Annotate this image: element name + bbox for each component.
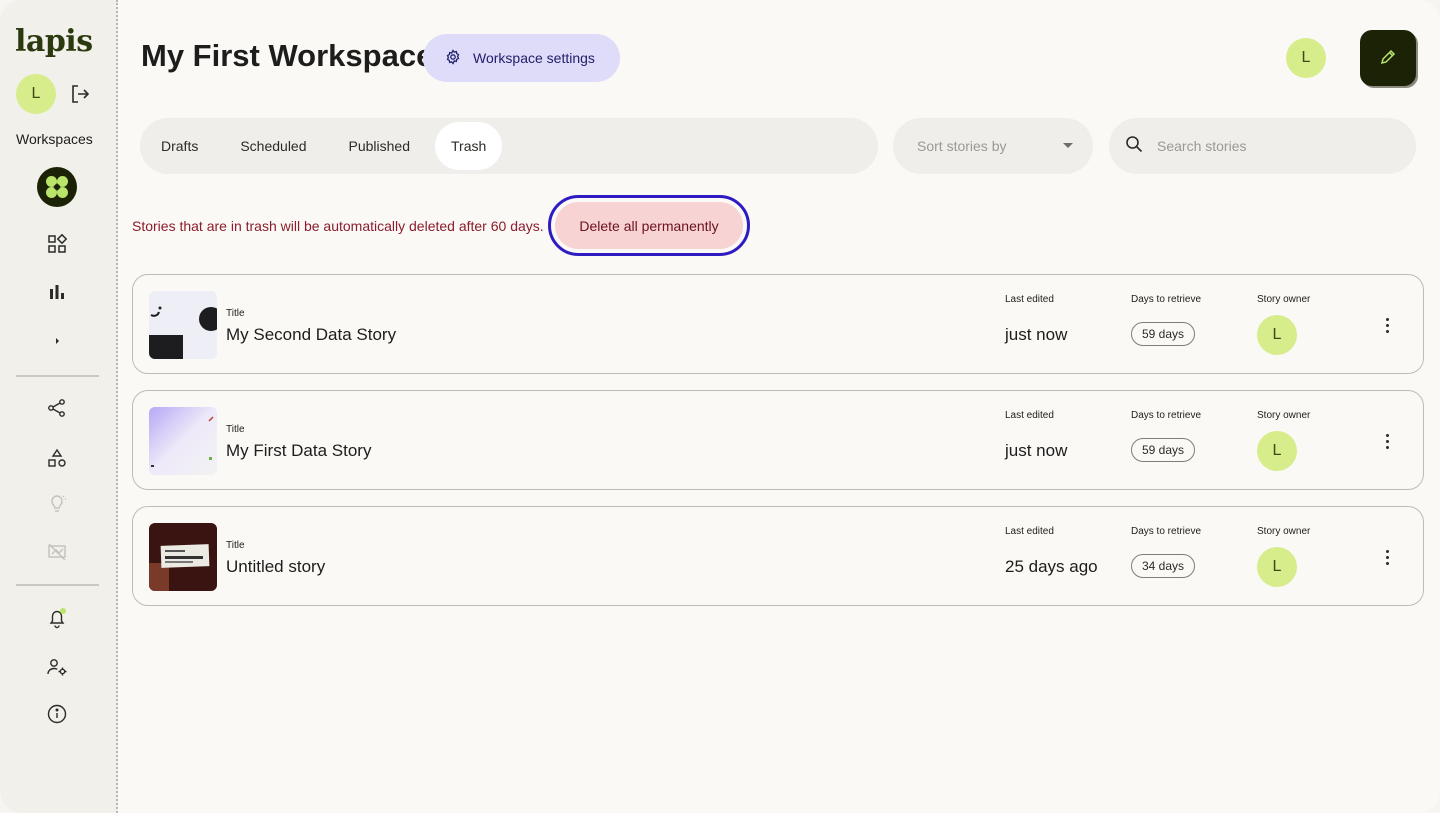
story-owner-label: Story owner xyxy=(1257,294,1311,305)
story-status-tabs: Drafts Scheduled Published Trash xyxy=(140,118,878,174)
tab-scheduled[interactable]: Scheduled xyxy=(219,122,327,170)
workspace-settings-label: Workspace settings xyxy=(473,50,595,66)
story-thumbnail xyxy=(149,523,217,591)
workspace-logo-icon[interactable] xyxy=(37,167,77,207)
owner-avatar: L xyxy=(1257,431,1297,471)
story-row[interactable]: Title Untitled story Last edited 25 days… xyxy=(132,506,1424,606)
shapes-icon[interactable] xyxy=(45,446,69,470)
caret-down-icon xyxy=(1063,143,1073,148)
page-title: My First Workspace xyxy=(141,38,434,73)
last-edited-label: Last edited xyxy=(1005,410,1054,421)
sidebar-divider xyxy=(16,584,99,586)
owner-avatar: L xyxy=(1257,315,1297,355)
pencil-icon xyxy=(1379,48,1397,69)
user-settings-icon[interactable] xyxy=(45,655,69,679)
lightbulb-icon xyxy=(45,492,69,516)
days-to-retrieve-badge: 59 days xyxy=(1131,438,1196,462)
trash-notice: Stories that are in trash will be automa… xyxy=(132,218,544,234)
last-edited-value: just now xyxy=(1005,325,1068,344)
last-edited-label: Last edited xyxy=(1005,294,1054,305)
story-row[interactable]: Title My Second Data Story Last edited j… xyxy=(132,274,1424,374)
info-icon[interactable] xyxy=(45,702,69,726)
title-label: Title xyxy=(226,424,245,435)
user-avatar[interactable]: L xyxy=(16,74,56,114)
last-edited-value: just now xyxy=(1005,441,1068,460)
analytics-icon[interactable] xyxy=(45,280,69,304)
story-thumbnail xyxy=(149,291,217,359)
gear-icon xyxy=(445,48,461,68)
lapis-logo[interactable]: lapis xyxy=(15,24,93,59)
story-title[interactable]: Untitled story xyxy=(226,557,325,577)
last-edited-label: Last edited xyxy=(1005,526,1054,537)
sidebar: lapis L Workspaces xyxy=(0,0,118,813)
search-icon xyxy=(1125,135,1143,158)
search-bar xyxy=(1109,118,1416,174)
header-user-avatar[interactable]: L xyxy=(1286,38,1326,78)
story-title[interactable]: My First Data Story xyxy=(226,441,371,461)
days-to-retrieve-badge: 59 days xyxy=(1131,322,1196,346)
new-story-button[interactable] xyxy=(1360,30,1416,86)
story-row[interactable]: Title My First Data Story Last edited ju… xyxy=(132,390,1424,490)
story-thumbnail xyxy=(149,407,217,475)
presentation-icon xyxy=(45,540,69,564)
more-options-icon[interactable] xyxy=(1379,431,1395,451)
workspace-settings-button[interactable]: Workspace settings xyxy=(423,34,620,82)
notifications-bell-icon[interactable] xyxy=(45,606,69,630)
workspaces-label: Workspaces xyxy=(16,131,93,147)
more-options-icon[interactable] xyxy=(1379,547,1395,567)
search-input[interactable] xyxy=(1157,138,1387,154)
days-to-retrieve-label: Days to retrieve xyxy=(1131,410,1202,421)
tab-drafts[interactable]: Drafts xyxy=(140,122,219,170)
tab-published[interactable]: Published xyxy=(328,122,432,170)
story-owner-label: Story owner xyxy=(1257,410,1311,421)
owner-avatar: L xyxy=(1257,547,1297,587)
days-to-retrieve-badge: 34 days xyxy=(1131,554,1196,578)
sort-stories-dropdown[interactable]: Sort stories by xyxy=(893,118,1093,174)
days-to-retrieve-label: Days to retrieve xyxy=(1131,294,1202,305)
delete-all-label: Delete all permanently xyxy=(555,202,743,249)
title-label: Title xyxy=(226,540,245,551)
sort-placeholder: Sort stories by xyxy=(917,138,1007,154)
title-label: Title xyxy=(226,308,245,319)
story-owner-label: Story owner xyxy=(1257,526,1311,537)
story-title[interactable]: My Second Data Story xyxy=(226,325,396,345)
days-to-retrieve-label: Days to retrieve xyxy=(1131,526,1202,537)
more-options-icon[interactable] xyxy=(1379,315,1395,335)
share-icon[interactable] xyxy=(45,396,69,420)
logout-icon[interactable] xyxy=(68,82,92,106)
sidebar-divider xyxy=(16,375,99,377)
app-window: lapis L Workspaces My First Workspace Wo… xyxy=(0,0,1440,813)
expand-chevron-icon[interactable] xyxy=(45,329,69,353)
dashboard-icon[interactable] xyxy=(45,232,69,256)
delete-all-permanently-button[interactable]: Delete all permanently xyxy=(548,195,750,256)
tab-trash[interactable]: Trash xyxy=(435,122,503,170)
last-edited-value: 25 days ago xyxy=(1005,557,1098,576)
